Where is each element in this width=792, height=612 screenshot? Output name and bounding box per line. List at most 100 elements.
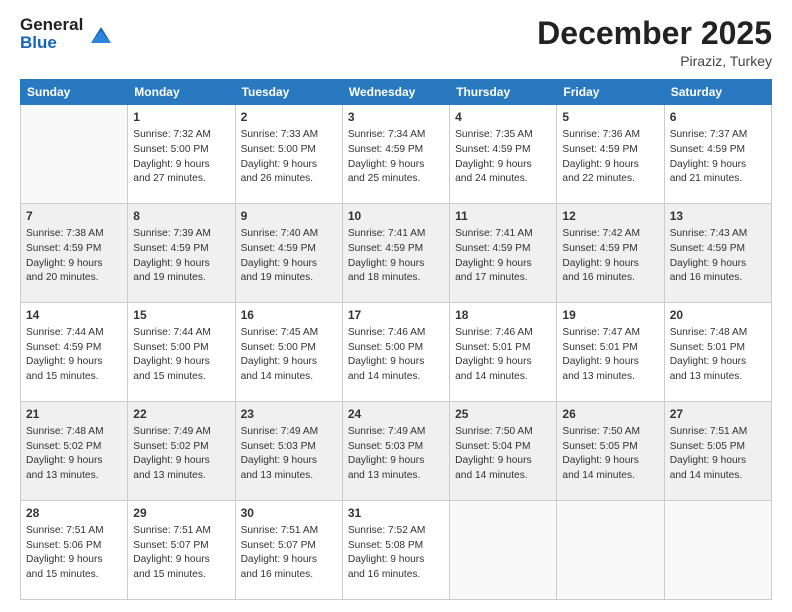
day-info: Sunrise: 7:44 AMSunset: 4:59 PMDaylight:… [26, 326, 122, 385]
day-number: 31 [348, 505, 444, 522]
day-number: 4 [455, 109, 551, 126]
day-number: 22 [133, 406, 229, 423]
calendar-cell [21, 105, 128, 204]
day-info: Sunrise: 7:39 AMSunset: 4:59 PMDaylight:… [133, 227, 229, 286]
calendar-cell: 15Sunrise: 7:44 AMSunset: 5:00 PMDayligh… [128, 303, 235, 402]
calendar-cell: 25 Sunrise: 7:50 AMSunset: 5:04 PMDayligh… [450, 402, 557, 501]
day-info: Sunrise: 7:36 AMSunset: 4:59 PMDaylight:… [562, 128, 658, 187]
day-number: 19 [562, 307, 658, 324]
weekday-header-monday: Monday [128, 80, 235, 105]
calendar-cell: 13 Sunrise: 7:43 AMSunset: 4:59 PMDayligh… [664, 204, 771, 303]
calendar-cell: 11Sunrise: 7:41 AMSunset: 4:59 PMDayligh… [450, 204, 557, 303]
weekday-header-wednesday: Wednesday [342, 80, 449, 105]
day-info: Sunrise: 7:51 AMSunset: 5:07 PMDaylight:… [241, 524, 337, 583]
day-info: Sunrise: 7:38 AMSunset: 4:59 PMDaylight:… [26, 227, 122, 286]
day-info: Sunrise: 7:37 AMSunset: 4:59 PMDaylight:… [670, 128, 766, 187]
day-info: Sunrise: 7:51 AMSunset: 5:07 PMDaylight:… [133, 524, 229, 583]
calendar-cell: 1Sunrise: 7:32 AMSunset: 5:00 PMDaylight… [128, 105, 235, 204]
calendar-cell: 26 Sunrise: 7:50 AMSunset: 5:05 PMDayligh… [557, 402, 664, 501]
day-number: 9 [241, 208, 337, 225]
weekday-header-thursday: Thursday [450, 80, 557, 105]
calendar-cell [450, 501, 557, 600]
day-number: 3 [348, 109, 444, 126]
day-info: Sunrise: 7:34 AMSunset: 4:59 PMDaylight:… [348, 128, 444, 187]
calendar-cell: 18 Sunrise: 7:46 AMSunset: 5:01 PMDayligh… [450, 303, 557, 402]
calendar-table: SundayMondayTuesdayWednesdayThursdayFrid… [20, 79, 772, 600]
day-number: 8 [133, 208, 229, 225]
day-number: 16 [241, 307, 337, 324]
day-number: 6 [670, 109, 766, 126]
day-info: Sunrise: 7:46 AMSunset: 5:01 PMDaylight:… [455, 326, 551, 385]
day-number: 20 [670, 307, 766, 324]
weekday-header-saturday: Saturday [664, 80, 771, 105]
calendar-cell: 2 Sunrise: 7:33 AMSunset: 5:00 PMDaylight… [235, 105, 342, 204]
calendar-cell: 4 Sunrise: 7:35 AMSunset: 4:59 PMDaylight… [450, 105, 557, 204]
weekday-header-friday: Friday [557, 80, 664, 105]
calendar-cell: 10Sunrise: 7:41 AMSunset: 4:59 PMDayligh… [342, 204, 449, 303]
day-number: 24 [348, 406, 444, 423]
day-number: 12 [562, 208, 658, 225]
day-number: 17 [348, 307, 444, 324]
day-number: 23 [241, 406, 337, 423]
day-number: 27 [670, 406, 766, 423]
week-row-5: 28 Sunrise: 7:51 AMSunset: 5:06 PMDayligh… [21, 501, 772, 600]
calendar-cell: 27Sunrise: 7:51 AMSunset: 5:05 PMDayligh… [664, 402, 771, 501]
weekday-header-row: SundayMondayTuesdayWednesdayThursdayFrid… [21, 80, 772, 105]
week-row-2: 7Sunrise: 7:38 AMSunset: 4:59 PMDaylight… [21, 204, 772, 303]
calendar-cell: 6 Sunrise: 7:37 AMSunset: 4:59 PMDaylight… [664, 105, 771, 204]
logo-blue: Blue [20, 34, 83, 52]
week-row-4: 21Sunrise: 7:48 AMSunset: 5:02 PMDayligh… [21, 402, 772, 501]
day-info: Sunrise: 7:50 AMSunset: 5:04 PMDaylight:… [455, 425, 551, 484]
day-info: Sunrise: 7:51 AMSunset: 5:06 PMDaylight:… [26, 524, 122, 583]
day-info: Sunrise: 7:48 AMSunset: 5:01 PMDaylight:… [670, 326, 766, 385]
day-info: Sunrise: 7:50 AMSunset: 5:05 PMDaylight:… [562, 425, 658, 484]
calendar-cell: 7Sunrise: 7:38 AMSunset: 4:59 PMDaylight… [21, 204, 128, 303]
day-number: 18 [455, 307, 551, 324]
day-number: 10 [348, 208, 444, 225]
week-row-3: 14Sunrise: 7:44 AMSunset: 4:59 PMDayligh… [21, 303, 772, 402]
day-info: Sunrise: 7:35 AMSunset: 4:59 PMDaylight:… [455, 128, 551, 187]
day-info: Sunrise: 7:49 AMSunset: 5:02 PMDaylight:… [133, 425, 229, 484]
day-info: Sunrise: 7:44 AMSunset: 5:00 PMDaylight:… [133, 326, 229, 385]
day-number: 26 [562, 406, 658, 423]
calendar-cell: 30Sunrise: 7:51 AMSunset: 5:07 PMDayligh… [235, 501, 342, 600]
day-info: Sunrise: 7:48 AMSunset: 5:02 PMDaylight:… [26, 425, 122, 484]
weekday-header-sunday: Sunday [21, 80, 128, 105]
calendar-cell: 24 Sunrise: 7:49 AMSunset: 5:03 PMDayligh… [342, 402, 449, 501]
month-title: December 2025 [537, 16, 772, 51]
calendar-cell: 21Sunrise: 7:48 AMSunset: 5:02 PMDayligh… [21, 402, 128, 501]
week-row-1: 1Sunrise: 7:32 AMSunset: 5:00 PMDaylight… [21, 105, 772, 204]
location-subtitle: Piraziz, Turkey [537, 53, 772, 69]
day-number: 13 [670, 208, 766, 225]
day-info: Sunrise: 7:45 AMSunset: 5:00 PMDaylight:… [241, 326, 337, 385]
calendar-cell: 5Sunrise: 7:36 AMSunset: 4:59 PMDaylight… [557, 105, 664, 204]
title-block: December 2025 Piraziz, Turkey [537, 16, 772, 69]
calendar-cell: 20 Sunrise: 7:48 AMSunset: 5:01 PMDayligh… [664, 303, 771, 402]
calendar-cell: 19Sunrise: 7:47 AMSunset: 5:01 PMDayligh… [557, 303, 664, 402]
calendar-cell: 14Sunrise: 7:44 AMSunset: 4:59 PMDayligh… [21, 303, 128, 402]
page: General Blue December 2025 Piraziz, Turk… [0, 0, 792, 612]
day-info: Sunrise: 7:43 AMSunset: 4:59 PMDaylight:… [670, 227, 766, 286]
day-info: Sunrise: 7:49 AMSunset: 5:03 PMDaylight:… [241, 425, 337, 484]
day-number: 28 [26, 505, 122, 522]
day-info: Sunrise: 7:46 AMSunset: 5:00 PMDaylight:… [348, 326, 444, 385]
day-number: 25 [455, 406, 551, 423]
day-info: Sunrise: 7:42 AMSunset: 4:59 PMDaylight:… [562, 227, 658, 286]
logo-icon [87, 21, 113, 47]
calendar-cell: 22 Sunrise: 7:49 AMSunset: 5:02 PMDayligh… [128, 402, 235, 501]
calendar-cell: 29 Sunrise: 7:51 AMSunset: 5:07 PMDayligh… [128, 501, 235, 600]
calendar-cell: 23 Sunrise: 7:49 AMSunset: 5:03 PMDayligh… [235, 402, 342, 501]
day-info: Sunrise: 7:33 AMSunset: 5:00 PMDaylight:… [241, 128, 337, 187]
header: General Blue December 2025 Piraziz, Turk… [20, 16, 772, 69]
calendar-cell: 8 Sunrise: 7:39 AMSunset: 4:59 PMDaylight… [128, 204, 235, 303]
day-info: Sunrise: 7:49 AMSunset: 5:03 PMDaylight:… [348, 425, 444, 484]
day-info: Sunrise: 7:52 AMSunset: 5:08 PMDaylight:… [348, 524, 444, 583]
calendar-cell: 31 Sunrise: 7:52 AMSunset: 5:08 PMDayligh… [342, 501, 449, 600]
calendar-cell: 17 Sunrise: 7:46 AMSunset: 5:00 PMDayligh… [342, 303, 449, 402]
weekday-header-tuesday: Tuesday [235, 80, 342, 105]
calendar-cell: 16 Sunrise: 7:45 AMSunset: 5:00 PMDayligh… [235, 303, 342, 402]
day-number: 29 [133, 505, 229, 522]
calendar-cell [664, 501, 771, 600]
logo-general: General [20, 16, 83, 34]
day-number: 2 [241, 109, 337, 126]
